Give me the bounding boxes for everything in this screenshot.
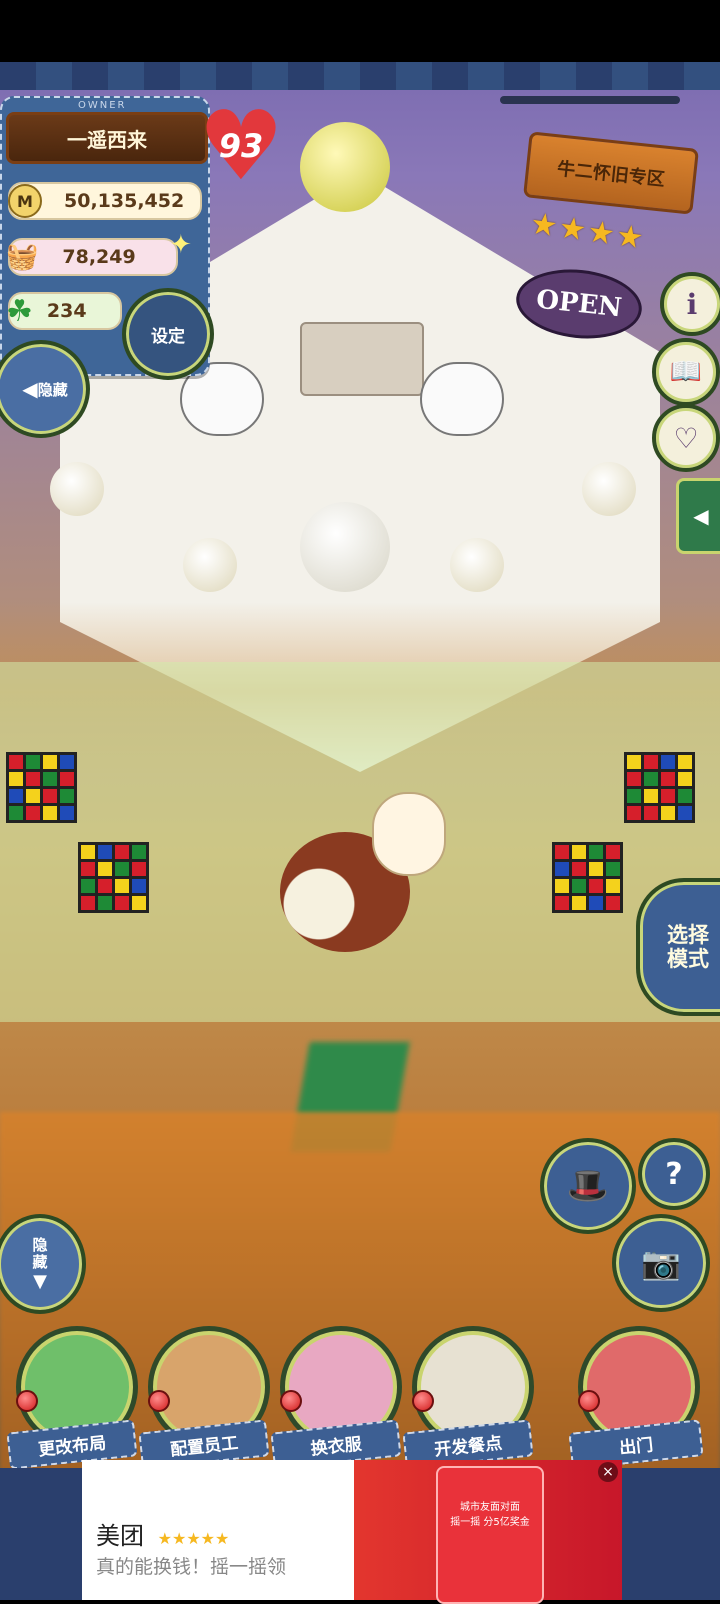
food-counter: 🧺 78,249 <box>6 238 178 276</box>
sparkle-icon: ✦ <box>170 230 192 260</box>
level-value: 93 <box>218 127 264 165</box>
arrow-left-icon: ◀ <box>693 504 709 528</box>
book-icon: 📖 <box>669 357 703 387</box>
ad-text: 真的能换钱！摇一摇领 <box>96 1556 287 1578</box>
owner-name: 一遥西来 <box>67 127 147 152</box>
hat-icon: 🎩 <box>566 1166 610 1206</box>
close-icon: × <box>602 1464 614 1480</box>
rubik-cube-decoration <box>6 752 77 823</box>
status-bar <box>0 0 720 62</box>
heart-speech-icon: ♡ <box>673 421 699 455</box>
help-button[interactable]: ? <box>638 1138 710 1210</box>
open-status: OPEN <box>534 284 624 324</box>
level-heart-icon: ♥ 93 <box>197 90 285 202</box>
vegetable-basket-icon: 🧺 <box>6 242 39 272</box>
lamp-globe <box>450 538 504 592</box>
ad-brand: 美团 ★★★★★ <box>96 1516 229 1551</box>
side-panel-tab[interactable]: ◀ <box>676 478 720 554</box>
lamp-globe <box>183 538 237 592</box>
pin-icon <box>280 1390 302 1412</box>
pin-icon <box>148 1390 170 1412</box>
arrow-left-icon: ◀ <box>22 377 38 401</box>
question-icon: ? <box>665 1156 683 1192</box>
develop-dishes-button[interactable]: 开发餐点 <box>402 1326 534 1470</box>
rubik-cube-decoration <box>552 842 623 913</box>
camera-icon: 📷 <box>641 1244 681 1282</box>
lamp-globe <box>582 462 636 516</box>
clover-icon: ☘ <box>6 293 33 329</box>
ad-promo-line1: 城市友面对面 <box>460 1502 520 1513</box>
edit-layout-button[interactable]: 更改布局 <box>6 1326 138 1470</box>
cow-character[interactable] <box>420 362 504 436</box>
owner-name-plate: 一遥西来 <box>6 112 208 164</box>
lamp-globe <box>300 122 390 212</box>
hide-top-label: 隐藏 <box>37 380 68 399</box>
select-mode-label: 选择模式 <box>667 923 709 971</box>
settings-label: 设定 <box>151 326 185 347</box>
ad-close-button[interactable]: × <box>598 1462 618 1482</box>
recipe-book-button[interactable]: 📖 <box>652 338 720 406</box>
clover-counter: ☘ 234 <box>6 292 122 330</box>
arrow-down-icon: ▼ <box>33 1270 47 1292</box>
coin-icon: M <box>8 184 42 218</box>
favorite-button[interactable]: ♡ <box>652 404 720 472</box>
rubik-cube-decoration <box>624 752 695 823</box>
pin-icon <box>578 1390 600 1412</box>
clover-value: 234 <box>46 300 87 322</box>
shop-sign-bracket <box>500 96 680 104</box>
ad-promo-line2: 摇一摇 分5亿奖金 <box>450 1517 530 1528</box>
money-value: 50,135,452 <box>64 190 185 212</box>
assign-staff-button[interactable]: 配置员工 <box>138 1326 270 1470</box>
food-value: 78,249 <box>62 246 136 268</box>
ad-brand-name: 美团 <box>96 1522 144 1550</box>
hide-bottom-label: 隐藏 <box>32 1235 48 1271</box>
shop-name: 牛二怀旧专区 <box>556 158 666 191</box>
settings-button[interactable]: 设定 <box>122 288 214 380</box>
pin-icon <box>412 1390 434 1412</box>
hat-button[interactable]: 🎩 <box>540 1138 636 1234</box>
owner-badge: OWNER <box>78 100 127 111</box>
select-mode-button[interactable]: 选择模式 <box>636 878 720 1016</box>
restaurant-counter <box>300 322 424 396</box>
ad-banner[interactable]: 美团 ★★★★★ 真的能换钱！摇一摇领 城市友面对面 摇一摇 分5亿奖金 × <box>82 1460 622 1604</box>
camera-button[interactable]: 📷 <box>612 1214 710 1312</box>
ad-image: 城市友面对面 摇一摇 分5亿奖金 <box>354 1460 622 1604</box>
bear-character[interactable] <box>372 792 446 876</box>
go-out-button[interactable]: 出门 <box>568 1326 704 1470</box>
ad-rating-stars: ★★★★★ <box>157 1529 230 1548</box>
pin-icon <box>16 1390 38 1412</box>
money-counter: M 50,135,452 <box>8 182 202 220</box>
ad-phone-mockup: 城市友面对面 摇一摇 分5亿奖金 <box>436 1466 544 1604</box>
info-button[interactable]: i <box>660 272 720 336</box>
lamp-globe <box>300 502 390 592</box>
change-clothes-button[interactable]: 换衣服 <box>270 1326 402 1470</box>
info-icon: i <box>686 287 698 321</box>
top-star-border <box>0 62 720 90</box>
rubik-cube-decoration <box>78 842 149 913</box>
lamp-globe <box>50 462 104 516</box>
